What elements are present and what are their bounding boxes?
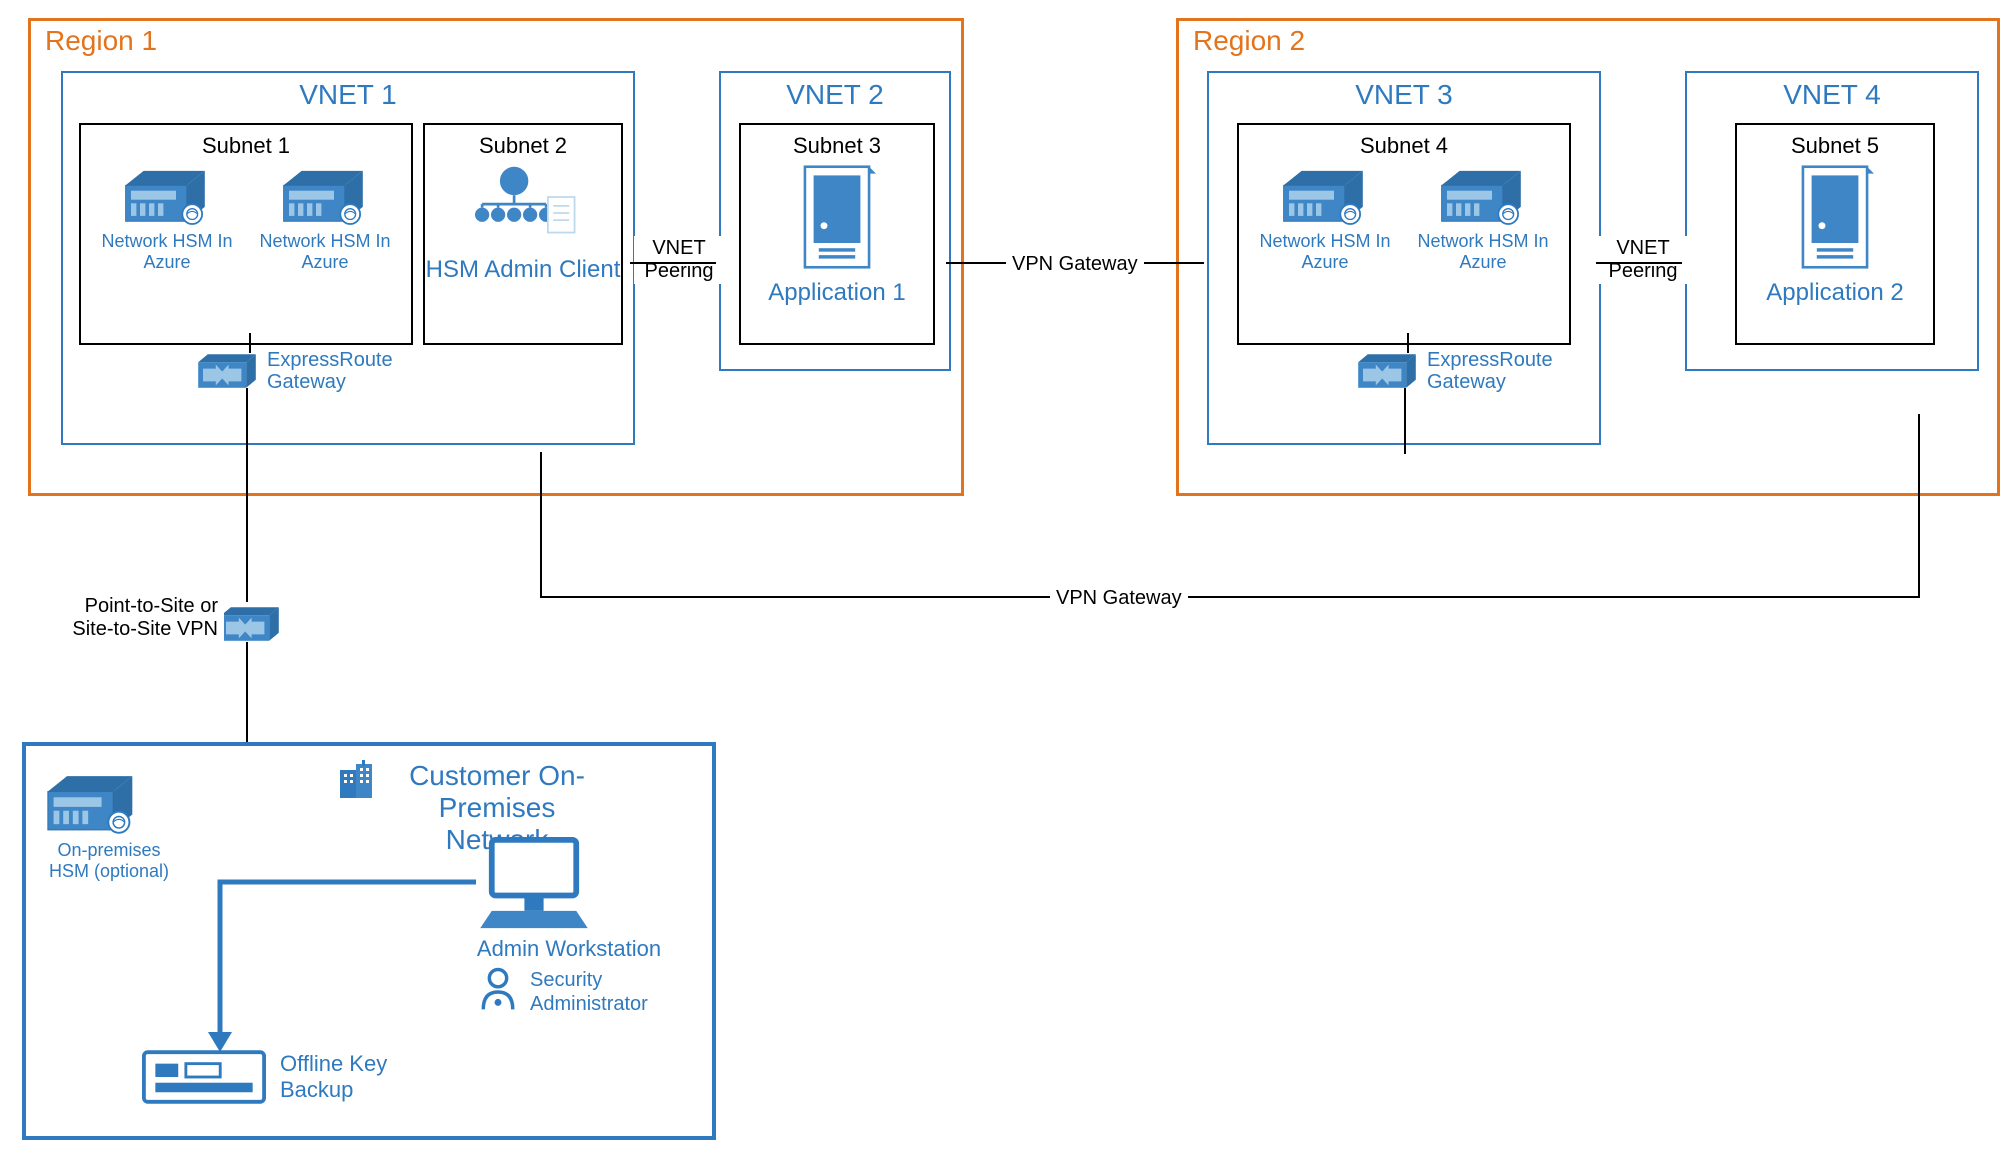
admin-workstation-label: Admin Workstation — [474, 936, 664, 962]
hsm-icon — [1438, 167, 1528, 227]
connector-line — [540, 596, 1920, 598]
connector-line — [1407, 333, 1409, 353]
subnet-4-title: Subnet 4 — [1239, 133, 1569, 159]
connector-line — [1596, 262, 1682, 264]
subnet-3: Subnet 3 Application 1 — [739, 123, 935, 345]
hsm-item: Network HSM In Azure — [97, 167, 237, 272]
connector-line — [630, 262, 716, 264]
building-icon — [336, 760, 376, 800]
gateway-label: ExpressRoute Gateway — [1427, 349, 1547, 393]
hsm-admin-client-label: HSM Admin Client — [425, 257, 621, 283]
subnet-3-title: Subnet 3 — [741, 133, 933, 159]
app-icon — [1795, 165, 1875, 269]
hsm-icon — [1280, 167, 1370, 227]
hsm-caption: Network HSM In Azure — [1413, 231, 1553, 272]
hsm-icon — [280, 167, 370, 227]
vpn-gateway-label-1: VPN Gateway — [1006, 252, 1144, 277]
hsm-item: Network HSM In Azure — [1413, 167, 1553, 272]
on-prem-hsm-label: On-premises HSM (optional) — [44, 840, 174, 881]
connector-line — [540, 452, 542, 598]
hsm-item: Network HSM In Azure — [255, 167, 395, 272]
hsm-caption: Network HSM In Azure — [255, 231, 395, 272]
vnet-2: VNET 2 Subnet 3 Application 1 — [719, 71, 951, 371]
region-1: Region 1 VNET 1 Subnet 1 Network HSM In … — [28, 18, 964, 496]
security-administrator: Security Administrator — [476, 966, 650, 1018]
app-icon — [797, 165, 877, 269]
arrow-connector — [200, 846, 480, 1066]
region-2: Region 2 VNET 3 Subnet 4 Network HSM In … — [1176, 18, 2000, 496]
offline-key-backup-label: Offline Key Backup — [280, 1051, 400, 1104]
vnet-1: VNET 1 Subnet 1 Network HSM In Azure Net… — [61, 71, 635, 445]
subnet-1-title: Subnet 1 — [81, 133, 411, 159]
on-prem-hsm: On-premises HSM (optional) — [44, 772, 174, 881]
vpn-type-label: Point-to-Site or Site-to-Site VPN — [36, 594, 224, 642]
vnet-3-title: VNET 3 — [1209, 79, 1599, 111]
hsm-caption: Network HSM In Azure — [97, 231, 237, 272]
vnet-peering-label-1: VNET Peering — [634, 236, 724, 284]
subnet-1: Subnet 1 Network HSM In Azure Network HS… — [79, 123, 413, 345]
app-1-label: Application 1 — [741, 279, 933, 307]
region-1-title: Region 1 — [45, 25, 157, 57]
connector-line — [1918, 414, 1920, 598]
subnet-2: Subnet 2 HSM Admin Client — [423, 123, 623, 345]
vnet-1-title: VNET 1 — [63, 79, 633, 111]
admin-workstation: Admin Workstation — [474, 836, 664, 962]
load-balancer-icon — [463, 165, 583, 245]
vnet-2-title: VNET 2 — [721, 79, 949, 111]
vpn-gateway-label-2: VPN Gateway — [1050, 586, 1188, 611]
subnet-2-title: Subnet 2 — [425, 133, 621, 159]
hsm-icon — [44, 772, 140, 836]
backup-device-icon — [142, 1050, 266, 1104]
offline-key-backup: Offline Key Backup — [142, 1050, 400, 1104]
expressroute-gateway-1: ExpressRoute Gateway — [195, 349, 387, 393]
on-premises-network: On-premises HSM (optional) Customer On-P… — [22, 742, 716, 1140]
gateway-label: ExpressRoute Gateway — [267, 349, 387, 393]
connector-line — [249, 333, 251, 353]
connector-line — [246, 642, 248, 742]
gateway-icon — [1355, 349, 1419, 393]
hsm-item: Network HSM In Azure — [1255, 167, 1395, 272]
subnet-5: Subnet 5 Application 2 — [1735, 123, 1935, 345]
expressroute-gateway-2: ExpressRoute Gateway — [1355, 349, 1547, 393]
vnet-4-title: VNET 4 — [1687, 79, 1977, 111]
connector-line — [246, 388, 248, 602]
gateway-icon — [218, 602, 282, 646]
user-icon — [476, 966, 520, 1018]
gateway-icon — [195, 349, 259, 393]
hsm-icon — [122, 167, 212, 227]
region-2-title: Region 2 — [1193, 25, 1305, 57]
vnet-peering-label-2: VNET Peering — [1598, 236, 1688, 284]
security-administrator-label: Security Administrator — [530, 968, 650, 1016]
workstation-icon — [474, 836, 594, 932]
app-2-label: Application 2 — [1737, 279, 1933, 307]
hsm-caption: Network HSM In Azure — [1255, 231, 1395, 272]
vnet-4: VNET 4 Subnet 5 Application 2 — [1685, 71, 1979, 371]
subnet-4: Subnet 4 Network HSM In Azure Network HS… — [1237, 123, 1571, 345]
connector-line — [1404, 388, 1406, 454]
subnet-5-title: Subnet 5 — [1737, 133, 1933, 159]
